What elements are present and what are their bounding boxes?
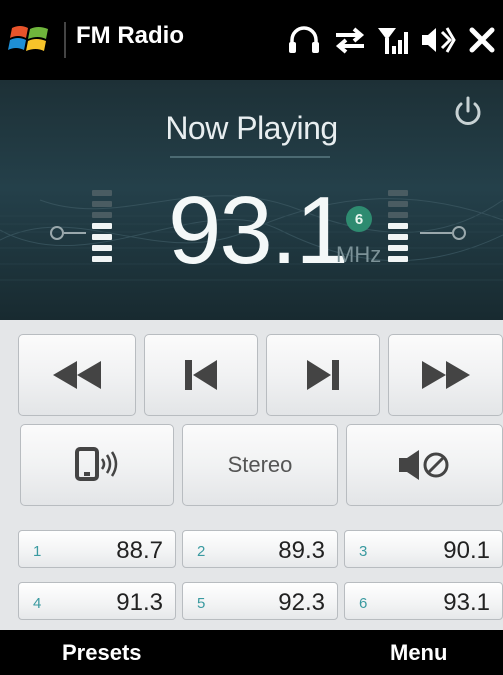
- fast-forward-icon: [421, 361, 470, 389]
- preset-number: 4: [33, 595, 42, 612]
- preset-button[interactable]: 4 91.3: [18, 582, 176, 620]
- speaker-button[interactable]: [20, 424, 174, 506]
- next-icon: [307, 360, 339, 390]
- preset-number: 3: [359, 543, 368, 560]
- preset-button[interactable]: 3 90.1: [344, 530, 503, 568]
- preset-button[interactable]: 6 93.1: [344, 582, 503, 620]
- previous-icon: [185, 360, 217, 390]
- volume-icon[interactable]: [418, 20, 458, 60]
- next-button[interactable]: [266, 334, 380, 416]
- close-icon[interactable]: [462, 20, 502, 60]
- preset-badge: 6: [346, 206, 372, 232]
- preset-button[interactable]: 5 92.3: [182, 582, 338, 620]
- status-bar: FM Radio: [0, 0, 503, 80]
- right-signal-meter: [388, 190, 408, 272]
- preset-frequency: 88.7: [116, 537, 163, 564]
- heading-underline: [170, 156, 330, 158]
- preset-frequency: 91.3: [116, 589, 163, 616]
- speaker-phone-icon: [75, 447, 118, 481]
- mute-icon: [398, 450, 448, 480]
- preset-number: 5: [197, 595, 206, 612]
- preset-number: 6: [359, 595, 368, 612]
- softkey-bar: Presets Menu: [0, 630, 503, 675]
- preset-button[interactable]: 1 88.7: [18, 530, 176, 568]
- preset-frequency: 93.1: [443, 589, 490, 616]
- mute-button[interactable]: [346, 424, 503, 506]
- left-knob: [50, 226, 64, 240]
- frequency-display: 93.1: [168, 177, 349, 284]
- preset-number: 1: [33, 543, 42, 560]
- presets-softkey[interactable]: Presets: [62, 640, 142, 666]
- now-playing-heading: Now Playing: [165, 110, 338, 146]
- preset-button[interactable]: 2 89.3: [182, 530, 338, 568]
- app-title: FM Radio: [76, 22, 184, 49]
- fast-forward-button[interactable]: [388, 334, 503, 416]
- signal-strength-icon[interactable]: [374, 20, 414, 60]
- previous-button[interactable]: [144, 334, 258, 416]
- menu-softkey[interactable]: Menu: [390, 640, 447, 666]
- controls-panel: Stereo 1 88.7 2 89.3 3 90.1 4 91.3 5 92.…: [0, 320, 503, 670]
- frequency-unit: MHz: [336, 242, 382, 267]
- right-knob: [452, 226, 466, 240]
- headphones-icon[interactable]: [284, 20, 324, 60]
- left-signal-meter: [92, 190, 112, 272]
- rewind-button[interactable]: [18, 334, 136, 416]
- preset-frequency: 90.1: [443, 537, 490, 564]
- power-icon[interactable]: [450, 94, 486, 130]
- stereo-label: Stereo: [227, 452, 293, 477]
- windows-start-icon[interactable]: [8, 20, 56, 60]
- preset-frequency: 89.3: [278, 537, 325, 564]
- now-playing-display: Now Playing 93.1 6 MHz: [0, 80, 503, 320]
- preset-number: 2: [197, 543, 206, 560]
- preset-frequency: 92.3: [278, 589, 325, 616]
- stereo-button[interactable]: Stereo: [182, 424, 338, 506]
- status-divider: [64, 22, 66, 58]
- data-transfer-icon[interactable]: [330, 20, 370, 60]
- rewind-icon: [53, 361, 101, 389]
